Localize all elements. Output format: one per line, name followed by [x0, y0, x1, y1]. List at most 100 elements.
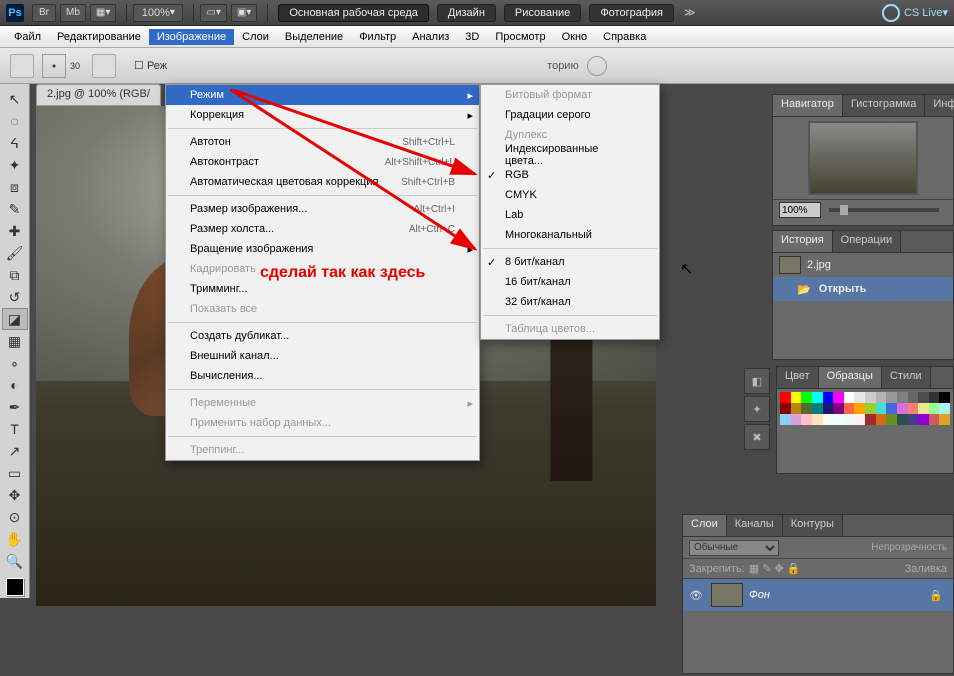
eraser-tool[interactable]: ◪ — [2, 308, 28, 330]
swatch[interactable] — [801, 414, 812, 425]
menu-calculations[interactable]: Вычисления... — [166, 366, 479, 386]
swatch[interactable] — [823, 414, 834, 425]
swatch[interactable] — [854, 392, 865, 403]
tab-histogram[interactable]: Гистограмма — [843, 95, 926, 116]
swatch[interactable] — [886, 392, 897, 403]
swatch[interactable] — [939, 392, 950, 403]
menu-3d[interactable]: 3D — [457, 29, 487, 45]
swatch[interactable] — [844, 392, 855, 403]
menu-layers[interactable]: Слои — [234, 29, 277, 45]
tab-layers[interactable]: Слои — [683, 515, 727, 536]
mode-grayscale[interactable]: Градации серого — [481, 105, 659, 125]
menu-edit[interactable]: Редактирование — [49, 29, 149, 45]
brush-preview[interactable] — [42, 54, 66, 78]
foreground-swatch[interactable] — [6, 578, 24, 596]
swatch[interactable] — [865, 414, 876, 425]
swatch[interactable] — [833, 414, 844, 425]
3d-tool[interactable]: ✥ — [2, 484, 28, 506]
tab-color[interactable]: Цвет — [777, 367, 819, 388]
menu-auto-tone[interactable]: АвтотонShift+Ctrl+L — [166, 132, 479, 152]
swatch[interactable] — [929, 403, 940, 414]
menu-canvas-size[interactable]: Размер холста...Alt+Ctrl+C — [166, 219, 479, 239]
pen-tool[interactable]: ✒ — [2, 396, 28, 418]
mode-8bit[interactable]: 8 бит/канал — [481, 252, 659, 272]
path-tool[interactable]: ↗ — [2, 440, 28, 462]
menu-auto-contrast[interactable]: АвтоконтрастAlt+Shift+Ctrl+L — [166, 152, 479, 172]
mode-lab[interactable]: Lab — [481, 205, 659, 225]
swatch-grid[interactable] — [777, 389, 953, 428]
workspace-photo[interactable]: Фотография — [589, 4, 674, 22]
menu-auto-color[interactable]: Автоматическая цветовая коррекцияShift+C… — [166, 172, 479, 192]
menu-correction[interactable]: Коррекция — [166, 105, 479, 125]
color-icon[interactable]: ◧ — [744, 368, 770, 394]
tab-info[interactable]: Инфо — [925, 95, 954, 116]
swatch[interactable] — [876, 414, 887, 425]
current-tool-icon[interactable] — [10, 54, 34, 78]
stamp-tool[interactable]: ⧉ — [2, 264, 28, 286]
workspace-design[interactable]: Дизайн — [437, 4, 496, 22]
lasso-tool[interactable]: ᔦ — [2, 132, 28, 154]
layer-thumbnail[interactable] — [711, 583, 743, 607]
swatch[interactable] — [812, 403, 823, 414]
workspace-main[interactable]: Основная рабочая среда — [278, 4, 429, 22]
eyedropper-tool[interactable]: ✎ — [2, 198, 28, 220]
navigator-zoom-input[interactable] — [779, 202, 821, 218]
brush-panel-toggle[interactable] — [92, 54, 116, 78]
tab-actions[interactable]: Операции — [833, 231, 901, 252]
menu-rotation[interactable]: Вращение изображения — [166, 239, 479, 259]
menu-mode[interactable]: Режим — [166, 85, 479, 105]
type-tool[interactable]: T — [2, 418, 28, 440]
screen-mode-button[interactable]: ▣▾ — [231, 4, 257, 22]
swatch[interactable] — [833, 403, 844, 414]
menu-help[interactable]: Справка — [595, 29, 654, 45]
swatch[interactable] — [908, 392, 919, 403]
history-source[interactable]: 2.jpg — [773, 253, 953, 277]
menu-window[interactable]: Окно — [554, 29, 596, 45]
mode-32bit[interactable]: 32 бит/канал — [481, 292, 659, 312]
swatch[interactable] — [865, 392, 876, 403]
swatch[interactable] — [897, 392, 908, 403]
history-brush-tool[interactable]: ↺ — [2, 286, 28, 308]
visibility-icon[interactable]: 👁 — [687, 589, 705, 602]
layer-background[interactable]: 👁 Фон 🔒 — [683, 579, 953, 611]
menu-trim[interactable]: Тримминг... — [166, 279, 479, 299]
menu-filter[interactable]: Фильтр — [351, 29, 404, 45]
swatch[interactable] — [791, 392, 802, 403]
menu-image-size[interactable]: Размер изображения...Alt+Ctrl+I — [166, 199, 479, 219]
tab-paths[interactable]: Контуры — [783, 515, 843, 536]
swatch[interactable] — [886, 414, 897, 425]
tools-icon[interactable]: ✖ — [744, 424, 770, 450]
hand-tool[interactable]: ✋ — [2, 528, 28, 550]
bridge-button[interactable]: Br — [32, 4, 56, 22]
blur-tool[interactable]: ∘ — [2, 352, 28, 374]
swatch[interactable] — [812, 392, 823, 403]
swatch[interactable] — [908, 403, 919, 414]
swatch[interactable] — [854, 414, 865, 425]
swatch[interactable] — [844, 403, 855, 414]
swatch[interactable] — [844, 414, 855, 425]
mode-indexed[interactable]: Индексированные цвета... — [481, 145, 659, 165]
swatch[interactable] — [897, 403, 908, 414]
swatch[interactable] — [918, 403, 929, 414]
swatch[interactable] — [886, 403, 897, 414]
cs-live-button[interactable]: CS Live ▾ — [882, 4, 948, 22]
swatch[interactable] — [823, 392, 834, 403]
menu-duplicate[interactable]: Создать дубликат... — [166, 326, 479, 346]
tab-history[interactable]: История — [773, 231, 833, 252]
swatch[interactable] — [823, 403, 834, 414]
workspace-more[interactable]: ≫ — [684, 6, 696, 19]
swatch[interactable] — [876, 403, 887, 414]
dodge-tool[interactable]: ◐ — [2, 374, 28, 396]
mode-multichannel[interactable]: Многоканальный — [481, 225, 659, 245]
swatch[interactable] — [780, 392, 791, 403]
swatch[interactable] — [897, 414, 908, 425]
pressure-icon[interactable] — [587, 56, 607, 76]
swatch[interactable] — [812, 414, 823, 425]
swatch[interactable] — [791, 414, 802, 425]
adjust-icon[interactable]: ✦ — [744, 396, 770, 422]
menu-analysis[interactable]: Анализ — [404, 29, 457, 45]
brush-tool[interactable]: 🖌 — [2, 242, 28, 264]
tab-styles[interactable]: Стили — [882, 367, 931, 388]
mode-16bit[interactable]: 16 бит/канал — [481, 272, 659, 292]
swatch[interactable] — [876, 392, 887, 403]
